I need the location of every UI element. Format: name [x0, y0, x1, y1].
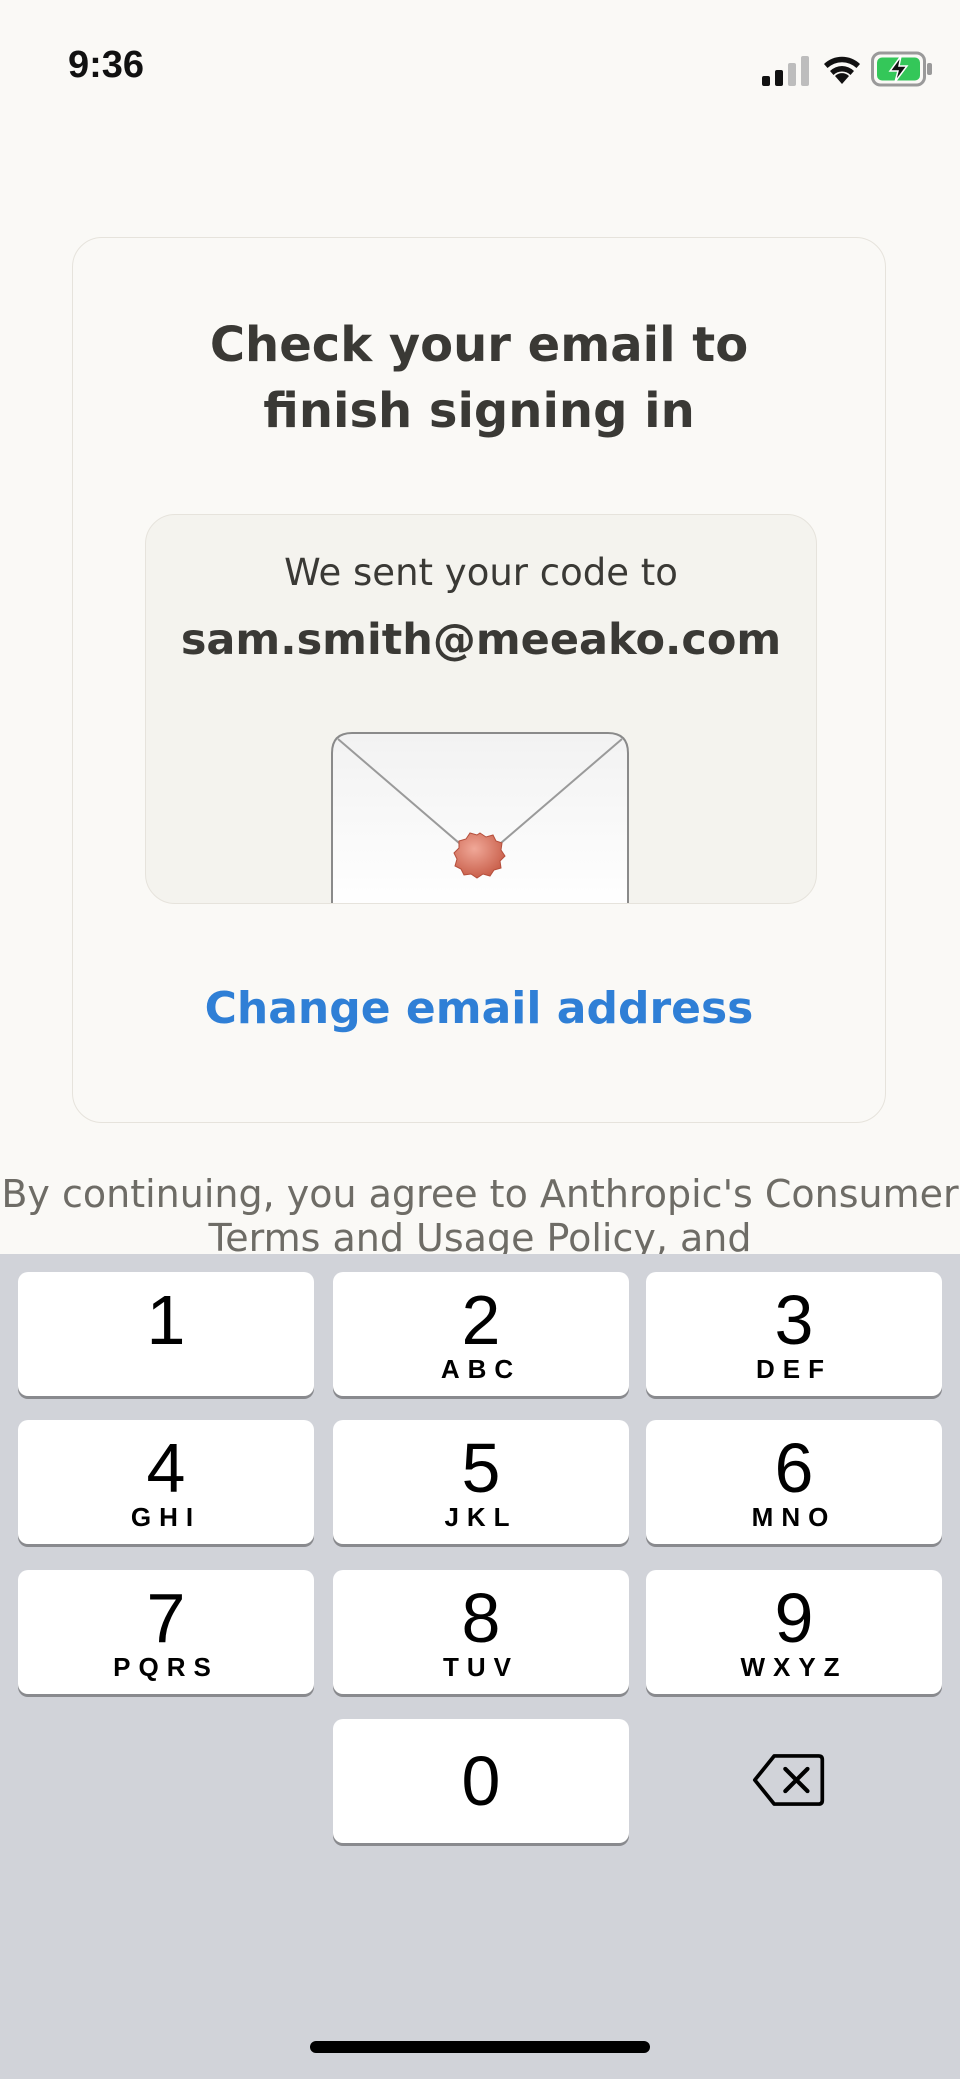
key-letters: MNO	[751, 1502, 837, 1532]
key-digit: 1	[146, 1281, 186, 1359]
key-0[interactable]: 0	[333, 1719, 629, 1843]
key-letters: WXYZ	[740, 1652, 848, 1682]
key-digit: 5	[461, 1429, 501, 1507]
key-1[interactable]: 1	[18, 1272, 314, 1396]
key-letters: PQRS	[113, 1652, 219, 1682]
battery-charging-icon	[871, 51, 932, 87]
key-5[interactable]: 5 JKL	[333, 1420, 629, 1544]
key-digit: 4	[146, 1429, 186, 1507]
key-letters: ABC	[440, 1354, 522, 1384]
key-digit: 2	[461, 1281, 501, 1359]
key-6[interactable]: 6 MNO	[646, 1420, 942, 1544]
key-digit: 9	[774, 1579, 814, 1657]
key-9[interactable]: 9 WXYZ	[646, 1570, 942, 1694]
terms-text: By continuing, you agree to Anthropic's …	[1, 1172, 959, 1254]
key-2[interactable]: 2 ABC	[333, 1272, 629, 1396]
key-7[interactable]: 7 PQRS	[18, 1570, 314, 1694]
key-letters: TUV	[443, 1652, 519, 1682]
code-sent-box: We sent your code to sam.smith@meeako.co…	[145, 514, 817, 904]
page-title: Check your email to finish signing in	[209, 317, 749, 439]
key-letters: GHI	[130, 1502, 202, 1532]
key-letters: JKL	[444, 1502, 518, 1532]
key-digit: 0	[461, 1742, 501, 1820]
wifi-icon	[824, 56, 860, 84]
key-digit: 3	[774, 1281, 814, 1359]
envelope-icon	[331, 732, 629, 903]
key-digit: 8	[461, 1579, 501, 1657]
sign-in-card: Check your email to finish signing in We…	[72, 237, 886, 1123]
key-8[interactable]: 8 TUV	[333, 1570, 629, 1694]
email-address: sam.smith@meeako.com	[180, 615, 782, 665]
key-digit: 6	[774, 1429, 814, 1507]
delete-key[interactable]	[646, 1719, 942, 1843]
backspace-icon	[752, 1754, 825, 1806]
status-bar: 9:36	[0, 0, 960, 140]
cellular-signal-icon	[762, 56, 809, 86]
change-email-link[interactable]: Change email address	[73, 983, 885, 1034]
home-indicator[interactable]	[310, 2041, 650, 2053]
code-sent-label: We sent your code to	[284, 551, 678, 594]
status-time: 9:36	[68, 44, 145, 86]
key-4[interactable]: 4 GHI	[18, 1420, 314, 1544]
key-digit: 7	[146, 1579, 186, 1657]
key-3[interactable]: 3 DEF	[646, 1272, 942, 1396]
numeric-keypad: 1 2 ABC 3 DEF 4 GHI 5 JKL 6 MNO 7 PQRS 8…	[0, 1254, 960, 2079]
key-letters: DEF	[756, 1354, 832, 1384]
